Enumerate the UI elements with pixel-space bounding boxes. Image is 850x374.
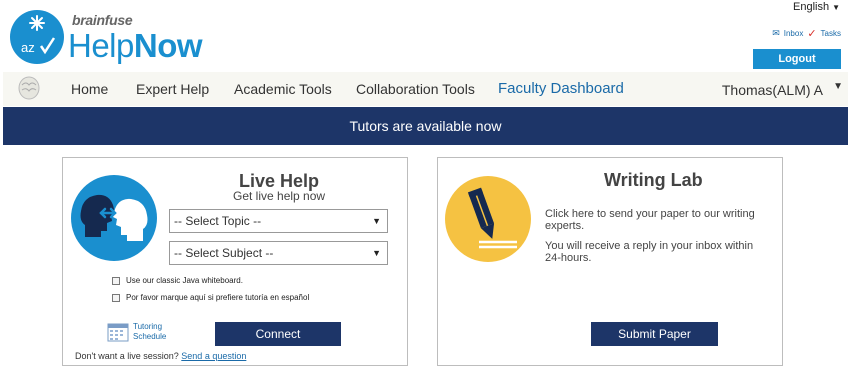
topic-select[interactable]: -- Select Topic -- ▼	[169, 209, 388, 233]
tutoring-schedule-line2: Schedule	[133, 332, 167, 341]
java-whiteboard-label: Use our classic Java whiteboard.	[126, 276, 243, 285]
pencil-icon	[445, 176, 531, 262]
main-nav: Home Expert Help Academic Tools Collabor…	[3, 72, 848, 106]
live-help-subtitle: Get live help now	[233, 189, 326, 203]
nav-expert-help[interactable]: Expert Help	[136, 81, 209, 97]
brand-name: HelpNow	[68, 26, 203, 66]
nav-collaboration-tools[interactable]: Collaboration Tools	[356, 81, 475, 97]
submit-paper-button[interactable]: Submit Paper	[591, 322, 718, 346]
java-whiteboard-option: Use our classic Java whiteboard.	[112, 276, 243, 285]
spanish-tutoring-option: Por favor marque aquí si prefiere tutorí…	[112, 293, 309, 302]
language-label: English	[793, 1, 830, 13]
mail-icon: ✉	[772, 28, 780, 38]
chevron-down-icon: ▼	[372, 216, 381, 226]
svg-text:az: az	[21, 40, 35, 55]
brand-logo[interactable]: az brainfuse HelpNow	[10, 10, 210, 65]
spanish-tutoring-checkbox[interactable]	[112, 293, 120, 302]
send-question-prompt: Don't want a live session? Send a questi…	[75, 351, 246, 361]
live-help-icon	[71, 175, 157, 261]
chevron-down-icon: ▼	[372, 248, 381, 258]
tutoring-schedule-link[interactable]: Tutoring Schedule	[107, 322, 167, 342]
subject-select-value: -- Select Subject --	[174, 246, 274, 260]
writing-lab-title: Writing Lab	[604, 170, 703, 190]
language-select[interactable]: English ▼	[793, 1, 840, 13]
page: az brainfuse HelpNow English ▼ ✉ Inbox ✓ …	[0, 0, 850, 374]
tasks-link[interactable]: Tasks	[821, 29, 841, 38]
topic-select-value: -- Select Topic --	[174, 214, 262, 228]
chevron-down-icon[interactable]: ▼	[833, 81, 843, 92]
spanish-tutoring-label: Por favor marque aquí si prefiere tutorí…	[126, 293, 310, 302]
nav-home[interactable]: Home	[71, 81, 108, 97]
nav-academic-tools[interactable]: Academic Tools	[234, 81, 332, 97]
java-whiteboard-checkbox[interactable]	[112, 276, 120, 285]
writing-lab-reply-note: You will receive a reply in your inbox w…	[545, 240, 754, 264]
writing-lab-card: Writing Lab Click here to send your pape…	[437, 157, 783, 366]
inbox-link[interactable]: Inbox	[784, 29, 804, 38]
tutoring-schedule-line1: Tutoring	[133, 322, 163, 331]
user-menu[interactable]: Thomas(ALM) A	[722, 82, 823, 98]
connect-button[interactable]: Connect	[215, 322, 341, 346]
subject-select[interactable]: -- Select Subject -- ▼	[169, 241, 388, 265]
brand-now: Now	[133, 27, 203, 64]
logo-emblem: az	[10, 10, 64, 64]
send-question-text: Don't want a live session?	[75, 351, 179, 361]
send-question-link[interactable]: Send a question	[181, 351, 246, 361]
chevron-down-icon: ▼	[832, 3, 840, 12]
header-links: ✉ Inbox ✓ Tasks	[772, 27, 841, 40]
writing-lab-description: Click here to send your paper to our wri…	[545, 208, 755, 232]
brain-icon[interactable]	[16, 75, 42, 108]
live-help-card: Live Help Get live help now -- Select To…	[62, 157, 408, 366]
tutoring-schedule-label: Tutoring Schedule	[133, 322, 166, 342]
brand-help: Help	[68, 27, 134, 64]
nav-faculty-dashboard[interactable]: Faculty Dashboard	[498, 80, 624, 97]
logout-button[interactable]: Logout	[753, 49, 841, 69]
checkmark-icon: ✓	[807, 28, 817, 40]
calendar-icon	[107, 323, 129, 342]
availability-banner: Tutors are available now	[3, 107, 848, 145]
